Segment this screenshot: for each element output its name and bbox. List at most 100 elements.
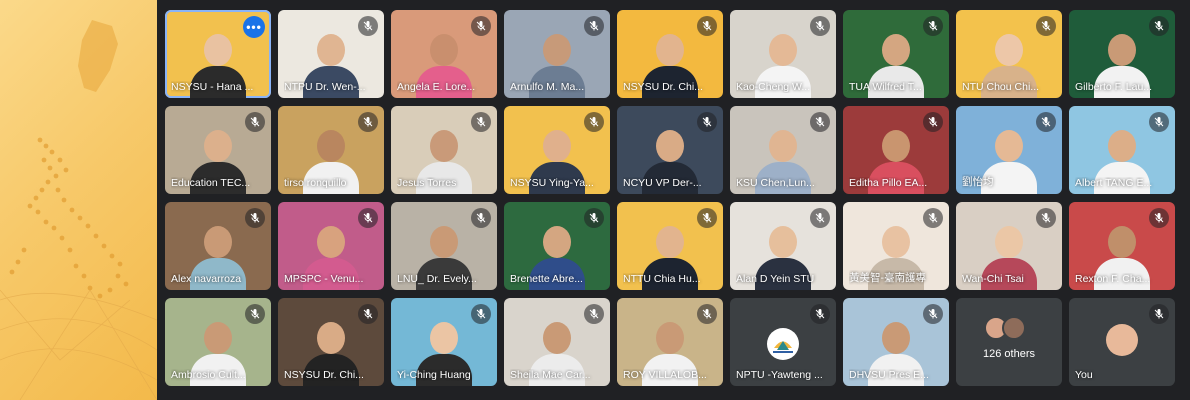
participant-grid: ••• NSYSU - Hana ... NTPU Dr. Wen-... Angel…	[165, 10, 1175, 386]
participant-name: Education TEC...	[171, 177, 251, 189]
participant-tile[interactable]: ••• NSYSU - Hana ...	[165, 10, 271, 98]
participant-name: MPSPC - Venu...	[284, 273, 364, 285]
participant-name: Kao-Cheng W...	[736, 81, 811, 93]
participant-tile[interactable]: KSU Chen,Lun...	[730, 106, 836, 194]
participant-tile[interactable]: MPSPC - Venu...	[278, 202, 384, 290]
participant-name: NSYSU Ying-Ya...	[510, 177, 594, 189]
mic-off-icon	[245, 208, 265, 228]
mic-off-icon	[245, 304, 265, 324]
participant-tile[interactable]: Brenette Abre...	[504, 202, 610, 290]
participant-tile[interactable]: NCYU VP Der-...	[617, 106, 723, 194]
participant-tile[interactable]: Rexton F. Cha...	[1069, 202, 1175, 290]
participant-name: DHVSU Pres E...	[849, 369, 929, 381]
participant-name: Sheila Mae Car...	[510, 369, 591, 381]
mic-off-icon	[697, 208, 717, 228]
participant-tile[interactable]: NPTU -Yawteng ...	[730, 298, 836, 386]
mic-off-icon	[810, 112, 830, 132]
participant-name: 黃美智-臺南護專	[849, 272, 926, 284]
avatar	[1002, 316, 1026, 340]
mic-off-icon	[697, 304, 717, 324]
mic-off-icon	[923, 16, 943, 36]
self-tile[interactable]: You	[1069, 298, 1175, 386]
participant-tile[interactable]: Yi-Ching Huang	[391, 298, 497, 386]
participant-name: Rexton F. Cha...	[1075, 273, 1151, 285]
mic-off-icon	[810, 208, 830, 228]
participant-tile[interactable]: NTU Chou Chi...	[956, 10, 1062, 98]
participant-tile[interactable]: Arnulfo M. Ma...	[504, 10, 610, 98]
mic-off-icon	[697, 112, 717, 132]
participant-tile[interactable]: Alan D Yein STU	[730, 202, 836, 290]
participant-tile[interactable]: 黃美智-臺南護專	[843, 202, 949, 290]
participant-tile[interactable]: NSYSU Ying-Ya...	[504, 106, 610, 194]
participant-name: Brenette Abre...	[510, 273, 583, 285]
participant-tile[interactable]: tirso ronquillo	[278, 106, 384, 194]
nptu-logo-icon	[767, 328, 799, 360]
mic-off-icon	[471, 208, 491, 228]
mic-off-icon	[358, 208, 378, 228]
participant-tile[interactable]: Kao-Cheng W...	[730, 10, 836, 98]
mic-off-icon	[584, 112, 604, 132]
mic-off-icon	[1036, 16, 1056, 36]
participant-name: TUA Wilfred T...	[849, 81, 922, 93]
mic-off-icon	[923, 208, 943, 228]
participant-tile[interactable]: NTPU Dr. Wen-...	[278, 10, 384, 98]
mic-off-icon	[810, 304, 830, 324]
more-options-icon[interactable]: •••	[243, 16, 265, 38]
participant-tile[interactable]: 劉怡均	[956, 106, 1062, 194]
participant-tile[interactable]: TUA Wilfred T...	[843, 10, 949, 98]
participant-tile[interactable]: NTTU Chia Hu...	[617, 202, 723, 290]
participant-tile[interactable]: ROY VILLALOB...	[617, 298, 723, 386]
mic-off-icon	[1149, 208, 1169, 228]
participant-name: Gilberto F. Lau...	[1075, 81, 1153, 93]
mic-off-icon	[584, 304, 604, 324]
mic-off-icon	[584, 16, 604, 36]
participant-tile[interactable]: Angela E. Lore...	[391, 10, 497, 98]
participant-tile[interactable]: Jesus Torres	[391, 106, 497, 194]
mic-off-icon	[697, 16, 717, 36]
participant-name: ROY VILLALOB...	[623, 369, 707, 381]
others-avatars	[984, 316, 1034, 340]
participant-name: NSYSU Dr. Chi...	[623, 81, 703, 93]
participant-tile[interactable]: Alex navarroza	[165, 202, 271, 290]
mic-off-icon	[471, 112, 491, 132]
mic-off-icon	[584, 208, 604, 228]
participant-name: KSU Chen,Lun...	[736, 177, 815, 189]
participant-name: 劉怡均	[962, 176, 994, 188]
participant-name: Yi-Ching Huang	[397, 369, 471, 381]
participant-tile[interactable]: Gilberto F. Lau...	[1069, 10, 1175, 98]
others-tile[interactable]: 126 others	[956, 298, 1062, 386]
participant-name: NTTU Chia Hu...	[623, 273, 701, 285]
mic-off-icon	[358, 16, 378, 36]
mic-off-icon	[245, 112, 265, 132]
mic-off-icon	[923, 112, 943, 132]
others-count: 126 others	[983, 348, 1035, 360]
participant-name: Albert TANG E...	[1075, 177, 1153, 189]
participant-tile[interactable]: Ambrosio Cult...	[165, 298, 271, 386]
participant-tile[interactable]: Education TEC...	[165, 106, 271, 194]
participant-name: NPTU -Yawteng ...	[736, 369, 823, 381]
participant-tile[interactable]: Editha Pillo EA...	[843, 106, 949, 194]
participant-tile[interactable]: DHVSU Pres E...	[843, 298, 949, 386]
mic-off-icon	[1149, 304, 1169, 324]
participant-name: NTPU Dr. Wen-...	[284, 81, 366, 93]
participant-name: tirso ronquillo	[284, 177, 347, 189]
participant-tile[interactable]: NSYSU Dr. Chi...	[278, 298, 384, 386]
mic-off-icon	[923, 304, 943, 324]
avatar	[1106, 324, 1138, 356]
participant-name: NTU Chou Chi...	[962, 81, 1040, 93]
participant-tile[interactable]: Albert TANG E...	[1069, 106, 1175, 194]
participant-name: Alan D Yein STU	[736, 273, 815, 285]
mic-off-icon	[1149, 16, 1169, 36]
participant-tile[interactable]: Sheila Mae Car...	[504, 298, 610, 386]
participant-tile[interactable]: LNU_ Dr. Evely...	[391, 202, 497, 290]
participant-name: Ambrosio Cult...	[171, 369, 246, 381]
participant-tile[interactable]: Wan-Chi Tsai	[956, 202, 1062, 290]
mic-off-icon	[358, 304, 378, 324]
participant-name: NCYU VP Der-...	[623, 177, 702, 189]
participant-name: NSYSU Dr. Chi...	[284, 369, 364, 381]
mic-off-icon	[1149, 112, 1169, 132]
mic-off-icon	[1036, 112, 1056, 132]
participant-tile[interactable]: NSYSU Dr. Chi...	[617, 10, 723, 98]
mic-off-icon	[810, 16, 830, 36]
participant-name: Angela E. Lore...	[397, 81, 476, 93]
